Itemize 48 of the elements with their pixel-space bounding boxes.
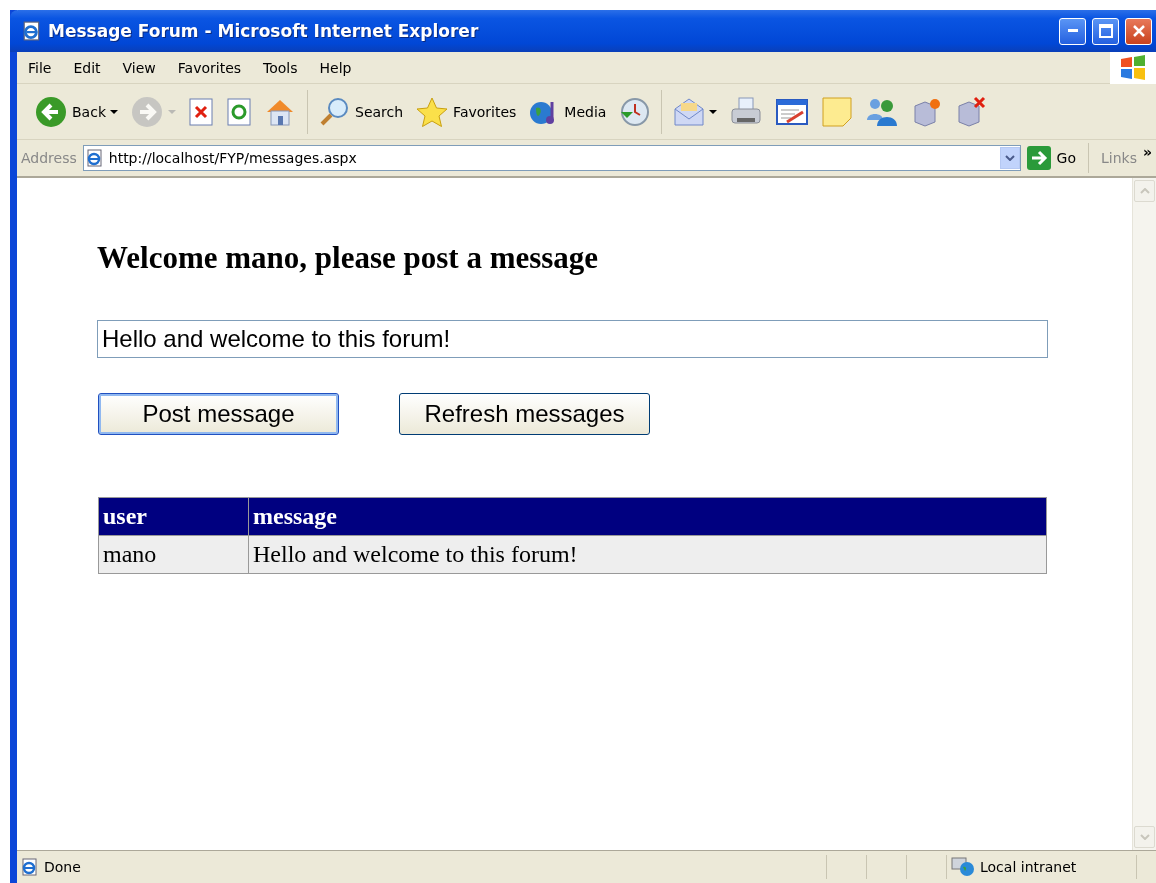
go-button[interactable]: Go <box>1026 143 1089 173</box>
column-header: user <box>98 497 249 536</box>
ie-page-icon <box>85 149 104 167</box>
favorites-button[interactable]: Favorites <box>412 93 520 130</box>
app-icon <box>22 21 42 41</box>
window-title: Message Forum - Microsoft Internet Explorer <box>48 21 480 41</box>
maximize-icon <box>1098 24 1113 38</box>
search-icon <box>319 95 351 128</box>
minimize-icon <box>1067 29 1078 33</box>
menu-item[interactable]: Help <box>308 59 363 76</box>
stop-icon <box>188 96 214 127</box>
table-cell: Hello and welcome to this forum! <box>248 535 1047 574</box>
media-button[interactable]: Media <box>525 93 610 130</box>
search-button[interactable]: Search <box>316 93 407 130</box>
close-button[interactable] <box>1125 17 1152 45</box>
status-text: Done <box>44 859 81 875</box>
caret-icon[interactable] <box>110 109 118 114</box>
dropdown-button[interactable] <box>999 147 1020 169</box>
back-button[interactable]: Back <box>31 92 121 131</box>
minimize-button[interactable] <box>1059 17 1086 45</box>
address-field[interactable]: http://localhost/FYP/messages.aspx <box>82 145 1021 171</box>
windows-flag-icon <box>1119 54 1147 81</box>
caret-icon[interactable] <box>709 109 718 114</box>
menu-item[interactable]: Favorites <box>166 59 253 76</box>
close-icon <box>1131 24 1146 38</box>
network-globe-icon <box>951 856 975 878</box>
address-label: Address <box>21 150 77 166</box>
menu-item[interactable]: Tools <box>252 59 309 76</box>
table-cell: mano <box>98 535 249 574</box>
star-icon <box>415 95 450 128</box>
message-input[interactable]: Hello and welcome to this forum! <box>97 320 1048 358</box>
edit-page-icon <box>775 96 810 127</box>
clock-icon <box>618 95 651 128</box>
envelope-icon <box>673 96 706 127</box>
more-chevron[interactable]: » <box>1142 144 1152 160</box>
note-icon <box>821 95 854 128</box>
menu-item[interactable]: Edit <box>62 59 112 76</box>
refresh-icon <box>226 96 252 127</box>
menu-item[interactable]: View <box>111 59 167 76</box>
page-icon <box>21 858 39 876</box>
chevron-down-icon <box>1004 155 1015 161</box>
menu-item[interactable]: File <box>17 59 63 76</box>
page-heading: Welcome mano, please post a message <box>97 240 600 276</box>
form-button[interactable]: Refresh messages <box>399 393 650 435</box>
column-header: message <box>248 497 1047 536</box>
zone-text: Local intranet <box>980 859 1077 875</box>
form-button[interactable]: Post message <box>98 393 339 435</box>
maximize-button[interactable] <box>1092 17 1119 45</box>
